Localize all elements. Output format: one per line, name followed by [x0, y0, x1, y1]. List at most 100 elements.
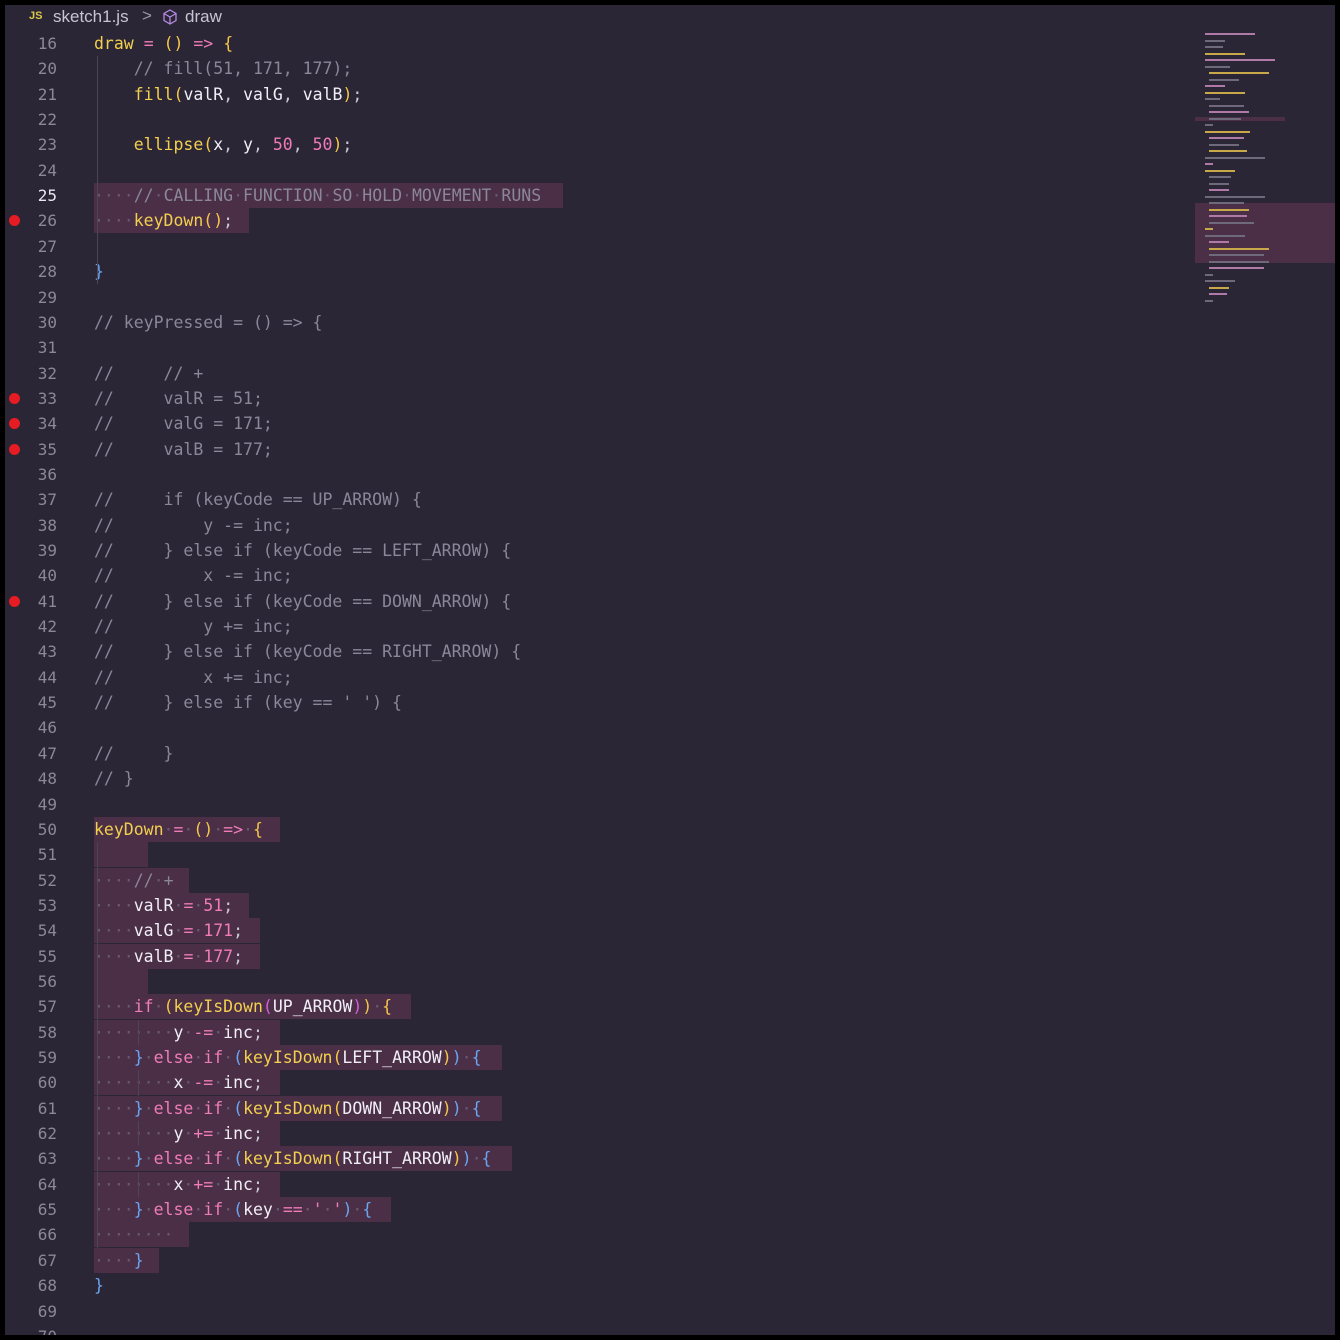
- code-line[interactable]: 23 ellipse(x, y, 50, 50);: [5, 132, 1185, 157]
- line-number[interactable]: 61: [19, 1096, 57, 1121]
- line-number[interactable]: 26: [19, 208, 57, 233]
- code-line[interactable]: 41 // } else if (keyCode == DOWN_ARROW) {: [5, 589, 1185, 614]
- line-number[interactable]: 29: [19, 285, 57, 310]
- code-line[interactable]: 44 // x += inc;: [5, 665, 1185, 690]
- line-number[interactable]: 24: [19, 158, 57, 183]
- code-line[interactable]: 37 // if (keyCode == UP_ARROW) {: [5, 487, 1185, 512]
- code-line[interactable]: 67 ····}: [5, 1247, 1185, 1273]
- line-number[interactable]: 69: [19, 1299, 57, 1324]
- code-line[interactable]: 45 // } else if (key == ' ') {: [5, 690, 1185, 715]
- code-text[interactable]: }: [94, 1273, 104, 1298]
- code-text[interactable]: ········x·-=·inc;: [94, 1070, 263, 1095]
- code-text[interactable]: // // +: [94, 361, 203, 386]
- line-number[interactable]: 33: [19, 386, 57, 411]
- breadcrumb-symbol[interactable]: draw: [185, 7, 222, 27]
- code-line[interactable]: 56: [5, 968, 1185, 994]
- code-line[interactable]: 20 // fill(51, 171, 177);: [5, 56, 1185, 81]
- code-line[interactable]: 22: [5, 107, 1185, 132]
- code-text[interactable]: keyDown·=·()·=>·{: [94, 817, 263, 842]
- code-line[interactable]: 57 ····if·(keyIsDown(UP_ARROW))·{: [5, 994, 1185, 1020]
- line-number[interactable]: 45: [19, 690, 57, 715]
- code-text[interactable]: ····valB·=·177;: [94, 944, 243, 969]
- code-text[interactable]: // y += inc;: [94, 614, 293, 639]
- code-line[interactable]: 69: [5, 1299, 1185, 1324]
- code-text[interactable]: ····keyDown();: [94, 208, 233, 233]
- line-number[interactable]: 68: [19, 1273, 57, 1298]
- line-number[interactable]: 63: [19, 1146, 57, 1171]
- code-line[interactable]: 36: [5, 462, 1185, 487]
- code-text[interactable]: ····//·+: [94, 868, 174, 893]
- code-line[interactable]: 55 ····valB·=·177;: [5, 943, 1185, 969]
- line-number[interactable]: 51: [19, 842, 57, 867]
- code-text[interactable]: // } else if (keyCode == RIGHT_ARROW) {: [94, 639, 521, 664]
- code-text[interactable]: ····valG·=·171;: [94, 918, 243, 943]
- line-number[interactable]: 35: [19, 437, 57, 462]
- code-text[interactable]: fill(valR, valG, valB);: [94, 82, 363, 107]
- code-line[interactable]: 16 draw = () => {: [5, 31, 1185, 56]
- line-number[interactable]: 66: [19, 1222, 57, 1247]
- code-line[interactable]: 53 ····valR·=·51;: [5, 892, 1185, 918]
- line-number[interactable]: 20: [19, 56, 57, 81]
- code-text[interactable]: // y -= inc;: [94, 513, 293, 538]
- line-number[interactable]: 49: [19, 792, 57, 817]
- line-number[interactable]: 70: [19, 1324, 57, 1335]
- code-line[interactable]: 34 // valG = 171;: [5, 411, 1185, 436]
- code-text[interactable]: // x += inc;: [94, 665, 293, 690]
- code-line[interactable]: 25 ····//·CALLING·FUNCTION·SO·HOLD·MOVEME…: [5, 183, 1185, 209]
- code-line[interactable]: 54 ····valG·=·171;: [5, 918, 1185, 944]
- code-line[interactable]: 66 ········: [5, 1222, 1185, 1248]
- code-line[interactable]: 40 // x -= inc;: [5, 563, 1185, 588]
- line-number[interactable]: 56: [19, 969, 57, 994]
- code-line[interactable]: 63 ····}·else·if·(keyIsDown(RIGHT_ARROW))…: [5, 1146, 1185, 1172]
- line-number[interactable]: 25: [19, 183, 57, 208]
- code-text[interactable]: ········y·-=·inc;: [94, 1020, 263, 1045]
- code-line[interactable]: 60 ········x·-=·inc;: [5, 1070, 1185, 1096]
- code-line[interactable]: 64 ········x·+=·inc;: [5, 1171, 1185, 1197]
- line-number[interactable]: 59: [19, 1045, 57, 1070]
- line-number[interactable]: 42: [19, 614, 57, 639]
- code-line[interactable]: 48 // }: [5, 766, 1185, 791]
- line-number[interactable]: 39: [19, 538, 57, 563]
- code-text[interactable]: // }: [94, 766, 134, 791]
- line-number[interactable]: 38: [19, 513, 57, 538]
- line-number[interactable]: 57: [19, 994, 57, 1019]
- code-line[interactable]: 21 fill(valR, valG, valB);: [5, 82, 1185, 107]
- line-number[interactable]: 31: [19, 335, 57, 360]
- code-line[interactable]: 30 // keyPressed = () => {: [5, 310, 1185, 335]
- line-number[interactable]: 52: [19, 868, 57, 893]
- code-line[interactable]: 33 // valR = 51;: [5, 386, 1185, 411]
- code-line[interactable]: 49: [5, 792, 1185, 817]
- code-line[interactable]: 47 // }: [5, 741, 1185, 766]
- line-number[interactable]: 41: [19, 589, 57, 614]
- line-number[interactable]: 36: [19, 462, 57, 487]
- code-line[interactable]: 39 // } else if (keyCode == LEFT_ARROW) {: [5, 538, 1185, 563]
- code-text[interactable]: ····valR·=·51;: [94, 893, 233, 918]
- code-line[interactable]: 43 // } else if (keyCode == RIGHT_ARROW) …: [5, 639, 1185, 664]
- code-text[interactable]: draw = () => {: [94, 31, 233, 56]
- code-text[interactable]: ········y·+=·inc;: [94, 1121, 263, 1146]
- code-text[interactable]: // } else if (keyCode == LEFT_ARROW) {: [94, 538, 511, 563]
- line-number[interactable]: 55: [19, 944, 57, 969]
- line-number[interactable]: 27: [19, 234, 57, 259]
- code-text[interactable]: // fill(51, 171, 177);: [94, 56, 353, 81]
- code-editor[interactable]: JS sketch1.js > draw 16 draw = () => {20 …: [5, 5, 1335, 1335]
- minimap[interactable]: [1195, 25, 1335, 315]
- line-number[interactable]: 47: [19, 741, 57, 766]
- code-line[interactable]: 35 // valB = 177;: [5, 437, 1185, 462]
- line-number[interactable]: 67: [19, 1248, 57, 1273]
- code-text[interactable]: // x -= inc;: [94, 563, 293, 588]
- line-number[interactable]: 60: [19, 1070, 57, 1095]
- line-number[interactable]: 53: [19, 893, 57, 918]
- code-line[interactable]: 68}: [5, 1273, 1185, 1298]
- code-line[interactable]: 27: [5, 234, 1185, 259]
- code-text[interactable]: // valB = 177;: [94, 437, 273, 462]
- code-text[interactable]: ····if·(keyIsDown(UP_ARROW))·{: [94, 994, 392, 1019]
- line-number[interactable]: 50: [19, 817, 57, 842]
- breadcrumb-file[interactable]: sketch1.js: [53, 7, 129, 27]
- code-text[interactable]: // } else if (keyCode == DOWN_ARROW) {: [94, 589, 511, 614]
- code-text[interactable]: ····//·CALLING·FUNCTION·SO·HOLD·MOVEMENT…: [94, 183, 541, 208]
- code-line[interactable]: 65 ····}·else·if·(key·==·'·')·{: [5, 1197, 1185, 1223]
- code-text[interactable]: // } else if (key == ' ') {: [94, 690, 402, 715]
- code-line[interactable]: 32 // // +: [5, 361, 1185, 386]
- code-text[interactable]: ····}·else·if·(key·==·'·')·{: [94, 1197, 372, 1222]
